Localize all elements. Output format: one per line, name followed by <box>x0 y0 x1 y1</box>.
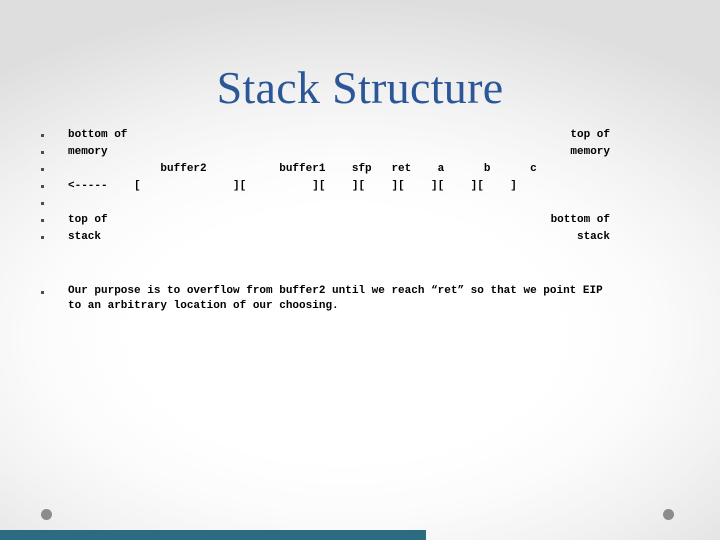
bullet-marker <box>41 291 44 294</box>
bullet-marker <box>41 236 44 239</box>
stack-diagram: bottom of top of memory memory buffer2 b… <box>0 127 720 246</box>
diagram-row-left-text: memory <box>68 146 108 158</box>
decorative-dot-right <box>663 509 674 520</box>
diagram-row-left-text: top of <box>68 214 108 226</box>
diagram-row-empty <box>0 195 720 212</box>
bullet-marker <box>41 134 44 137</box>
diagram-row-right-text: memory <box>570 146 610 158</box>
diagram-row-right-text: top of <box>570 129 610 141</box>
diagram-row-left-text: bottom of <box>68 129 128 141</box>
bullet-marker <box>41 151 44 154</box>
bullet-marker <box>41 185 44 188</box>
diagram-row-left-text: stack <box>68 231 102 243</box>
explanation-text: Our purpose is to overflow from buffer2 … <box>68 285 603 312</box>
bullet-marker <box>41 168 44 171</box>
diagram-row-right-text: bottom of <box>550 214 610 226</box>
footer-accent-bar <box>0 530 426 540</box>
diagram-row-boxes: <----- [ ][ ][ ][ ][ ][ ][ ] <box>0 178 720 195</box>
diagram-row-right-text: stack <box>576 231 610 243</box>
diagram-row: bottom of top of <box>0 127 720 144</box>
diagram-row-labels: buffer2 buffer1 sfp ret a b c <box>0 161 720 178</box>
decorative-dot-left <box>41 509 52 520</box>
stack-slot-labels: buffer2 buffer1 sfp ret a b c <box>68 163 537 175</box>
stack-slot-boxes: <----- [ ][ ][ ][ ][ ][ ][ ] <box>68 180 517 192</box>
bullet-marker <box>41 219 44 222</box>
page-title: Stack Structure <box>216 62 504 113</box>
diagram-row: top of bottom of <box>0 212 720 229</box>
bullet-marker <box>41 202 44 205</box>
slide: Stack Structure bottom of top of memory … <box>0 0 720 540</box>
diagram-row: stack stack <box>0 229 720 246</box>
diagram-row: memory memory <box>0 144 720 161</box>
